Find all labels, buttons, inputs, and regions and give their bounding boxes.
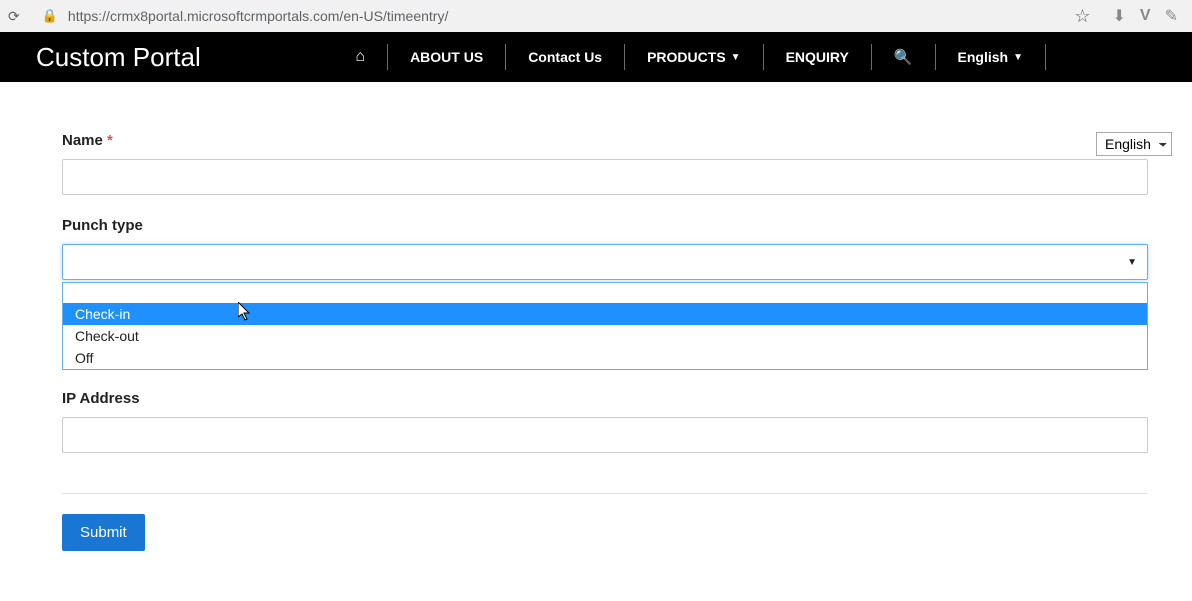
name-input[interactable] (62, 159, 1148, 195)
nav-contact[interactable]: Contact Us (506, 44, 625, 70)
nav-products-label: PRODUCTS (647, 49, 726, 65)
nav-language[interactable]: English ▼ (936, 44, 1046, 70)
submit-button[interactable]: Submit (62, 514, 145, 551)
page-content: English Name * Punch type ▼ Check-in Che… (0, 82, 1192, 551)
url-text: https://crmx8portal.microsoftcrmportals.… (68, 8, 1064, 24)
reload-icon[interactable]: ⟳ (8, 8, 20, 25)
nav-about-label: ABOUT US (410, 49, 483, 65)
nav-home[interactable]: ⌂ (333, 44, 388, 70)
punch-type-select[interactable]: ▼ (62, 244, 1148, 280)
punch-type-select-wrapper: ▼ Check-in Check-out Off (62, 244, 1148, 280)
punch-type-label: Punch type (62, 217, 1148, 234)
ip-input[interactable] (62, 417, 1148, 453)
form-group-name: Name * (62, 132, 1148, 195)
punch-option-checkin-label: Check-in (75, 306, 130, 322)
user-redacted (1064, 47, 1134, 67)
search-icon: 🔍 (894, 48, 913, 66)
form-group-punch-type: Punch type ▼ Check-in Check-out Off (62, 217, 1148, 280)
nav-search[interactable]: 🔍 (872, 44, 936, 70)
chevron-down-icon: ▼ (731, 52, 741, 63)
punch-option-empty[interactable] (63, 283, 1147, 303)
nav-user[interactable] (1046, 44, 1156, 70)
punch-option-checkin[interactable]: Check-in (63, 303, 1147, 325)
extension-icon-2[interactable]: V (1140, 7, 1151, 25)
required-asterisk: * (107, 132, 113, 149)
name-label-text: Name (62, 132, 103, 149)
punch-option-checkout[interactable]: Check-out (63, 325, 1147, 347)
address-bar[interactable]: 🔒 https://crmx8portal.microsoftcrmportal… (30, 2, 1103, 30)
extension-icon-3[interactable]: ✎ (1165, 6, 1178, 26)
browser-extension-icons: ⬇ V ✎ (1113, 6, 1184, 26)
chevron-down-icon: ▼ (1127, 257, 1137, 268)
chevron-down-icon: ▼ (1013, 52, 1023, 63)
punch-type-dropdown: Check-in Check-out Off (62, 282, 1148, 370)
home-icon: ⌂ (355, 48, 365, 66)
bookmark-star-icon[interactable]: ☆ (1074, 6, 1090, 27)
nav-enquiry-label: ENQUIRY (786, 49, 849, 65)
form-group-ip: IP Address (62, 390, 1148, 453)
nav-about[interactable]: ABOUT US (388, 44, 506, 70)
nav-enquiry[interactable]: ENQUIRY (764, 44, 872, 70)
nav-contact-label: Contact Us (528, 49, 602, 65)
punch-option-off[interactable]: Off (63, 347, 1147, 369)
page-language-select[interactable]: English (1096, 132, 1172, 156)
main-navbar: Custom Portal ⌂ ABOUT US Contact Us PROD… (0, 32, 1192, 82)
nav-language-label: English (958, 49, 1009, 65)
extension-icon-1[interactable]: ⬇ (1113, 6, 1126, 26)
nav-items: ⌂ ABOUT US Contact Us PRODUCTS ▼ ENQUIRY… (333, 32, 1156, 82)
browser-chrome: ⟳ 🔒 https://crmx8portal.microsoftcrmport… (0, 0, 1192, 32)
name-label: Name * (62, 132, 1148, 149)
ip-label: IP Address (62, 390, 1148, 407)
lock-icon: 🔒 (42, 8, 58, 24)
time-entry-form: Name * Punch type ▼ Check-in Check-out O… (62, 132, 1148, 551)
brand-title[interactable]: Custom Portal (36, 42, 201, 73)
punch-option-off-label: Off (75, 350, 93, 366)
nav-products[interactable]: PRODUCTS ▼ (625, 44, 763, 70)
submit-button-label: Submit (80, 524, 127, 541)
form-divider (62, 493, 1148, 494)
punch-option-checkout-label: Check-out (75, 328, 139, 344)
